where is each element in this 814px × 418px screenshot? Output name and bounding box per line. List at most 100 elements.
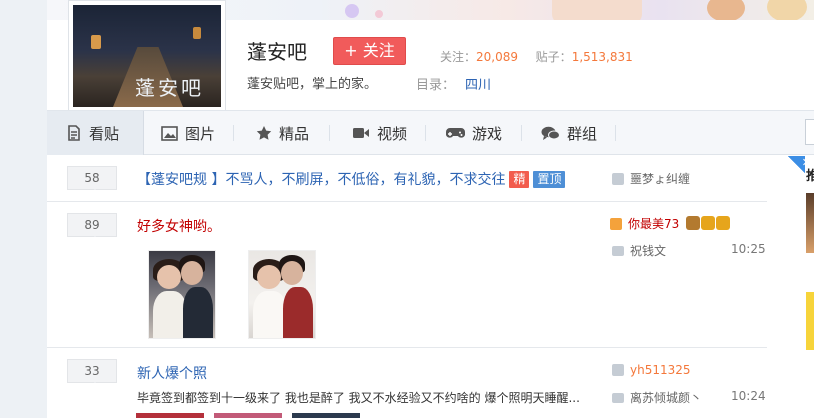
- forum-header: 蓬安吧 蓬安吧 + 关注 关注：20,089 贴子：1,513,831 蓬安贴吧…: [47, 0, 814, 112]
- tab-images[interactable]: 图片: [151, 111, 225, 155]
- author-name: yh511325: [630, 363, 691, 377]
- nav-divider: [233, 125, 234, 141]
- tab-label: 游戏: [472, 124, 503, 143]
- thread-author[interactable]: 噩梦ょ纠缠: [612, 170, 690, 187]
- video-icon: [352, 126, 370, 140]
- user-icon: [612, 172, 624, 185]
- main-column: 蓬安吧 蓬安吧 + 关注 关注：20,089 贴子：1,513,831 蓬安贴吧…: [47, 0, 814, 418]
- vip-user-icon: [610, 217, 622, 230]
- thread-image[interactable]: [136, 413, 204, 418]
- post-count-label: 贴子：: [535, 50, 572, 64]
- forum-search-input[interactable]: [805, 119, 814, 145]
- tieba-page: 蓬安吧 蓬安吧 + 关注 关注：20,089 贴子：1,513,831 蓬安贴吧…: [0, 0, 814, 418]
- banner-decoration: [707, 0, 745, 22]
- sidebar-promo[interactable]: [806, 292, 814, 350]
- thread-title[interactable]: 好多女神哟。: [137, 216, 221, 236]
- thread-author[interactable]: yh511325: [612, 363, 691, 377]
- featured-badge: 精: [509, 171, 530, 188]
- reply-icon: [612, 392, 624, 403]
- photo-face: [181, 261, 203, 285]
- thread-image[interactable]: [148, 250, 216, 339]
- last-reply-time: 10:24: [731, 389, 766, 403]
- tab-label: 精品: [279, 124, 310, 143]
- image-icon: [161, 125, 178, 141]
- forum-stats: 关注：20,089 贴子：1,513,831: [440, 48, 633, 65]
- thread-title[interactable]: 【蓬安吧规 】不骂人，不刷屏，不低俗，有礼貌，不求交往: [137, 172, 505, 188]
- banner-decoration: [375, 10, 383, 18]
- follow-count: 20,089: [476, 50, 519, 64]
- follow-button[interactable]: + 关注: [333, 37, 406, 65]
- forum-avatar-image: 蓬安吧: [73, 5, 221, 107]
- last-reply-user[interactable]: 祝钱文: [612, 242, 666, 259]
- thread-row: 89 好多女神哟。 你最美73 祝钱文 10:25: [47, 202, 767, 348]
- sidebar-title: 推: [806, 169, 814, 184]
- thread-image[interactable]: [292, 413, 360, 418]
- soccer-badge-icon: [686, 216, 701, 230]
- thread-row: 33 新人爆个照 yh511325 毕竟签到都签到十一级来了 我也是醉了 我又不…: [47, 349, 767, 418]
- forum-catalog: 目录： 四川: [416, 74, 491, 93]
- avatar-caption: 蓬安吧: [135, 76, 204, 100]
- last-reply-time: 10:25: [731, 242, 766, 256]
- catalog-link[interactable]: 四川: [465, 78, 491, 93]
- crown-badge-icon: [716, 216, 731, 230]
- nav-divider: [329, 125, 330, 141]
- photo-face: [157, 265, 181, 289]
- nav-divider: [615, 125, 616, 141]
- photo-body: [153, 291, 187, 338]
- pinned-badge: 置顶: [533, 171, 566, 188]
- member-badges: [685, 216, 731, 231]
- photo-body: [253, 291, 287, 338]
- thread-list: ✕ 58 【蓬安吧规 】不骂人，不刷屏，不低俗，有礼貌，不求交往精置顶 噩梦ょ纠…: [47, 156, 814, 418]
- avatar-lantern: [193, 27, 201, 39]
- post-count: 1,513,831: [571, 50, 633, 64]
- thread-row: 58 【蓬安吧规 】不骂人，不刷屏，不低俗，有礼貌，不求交往精置顶 噩梦ょ纠缠: [47, 156, 767, 202]
- reply-count: 33: [67, 359, 117, 383]
- level-badge-icon: [701, 216, 716, 230]
- reply-count: 89: [67, 213, 117, 237]
- forum-slogan: 蓬安贴吧，掌上的家。: [247, 77, 378, 92]
- author-name: 噩梦ょ纠缠: [630, 172, 691, 186]
- avatar-lantern: [91, 35, 101, 49]
- doc-icon: [66, 125, 82, 141]
- tab-videos[interactable]: 视频: [342, 111, 417, 155]
- tab-label: 图片: [185, 124, 216, 143]
- forum-nav-tabs: 看贴 图片 精品 视频 游戏 群组: [47, 110, 814, 155]
- gamepad-icon: [446, 127, 465, 140]
- tab-posts[interactable]: 看贴: [47, 111, 144, 155]
- tab-groups[interactable]: 群组: [531, 111, 607, 155]
- chat-icon: [541, 126, 560, 141]
- tab-games[interactable]: 游戏: [436, 111, 512, 155]
- thread-title[interactable]: 新人爆个照: [137, 363, 207, 383]
- nav-divider: [521, 125, 522, 141]
- photo-face: [257, 265, 281, 289]
- photo-body: [283, 287, 313, 338]
- reply-icon: [612, 245, 624, 256]
- catalog-label: 目录：: [416, 78, 456, 93]
- thread-image[interactable]: [248, 250, 316, 339]
- thread-image[interactable]: [214, 413, 282, 418]
- follow-count-label: 关注：: [440, 50, 477, 64]
- nav-divider: [425, 125, 426, 141]
- banner-decoration: [767, 0, 807, 22]
- thread-title-line: 【蓬安吧规 】不骂人，不刷屏，不低俗，有礼貌，不求交往精置顶: [137, 169, 566, 189]
- photo-face: [281, 261, 303, 285]
- left-gutter: [0, 0, 47, 418]
- star-icon: [256, 125, 272, 141]
- tab-label: 群组: [567, 124, 598, 143]
- user-icon: [612, 364, 624, 376]
- last-reply-name: 离苏倾城颜丶: [630, 391, 703, 405]
- sidebar-image[interactable]: [806, 193, 814, 253]
- banner-decoration: [345, 4, 359, 18]
- tab-label: 看贴: [89, 124, 120, 143]
- last-reply-user[interactable]: 离苏倾城颜丶: [612, 389, 702, 406]
- forum-name[interactable]: 蓬安吧: [247, 36, 307, 65]
- tab-label: 视频: [377, 124, 408, 143]
- forum-avatar[interactable]: 蓬安吧: [68, 0, 226, 112]
- thread-abstract: 毕竟签到都签到十一级来了 我也是醉了 我又不水经验又不约啥的 爆个照明天睡醒..…: [137, 391, 580, 405]
- thread-author[interactable]: 你最美73: [610, 215, 731, 232]
- last-reply-name: 祝钱文: [630, 244, 667, 258]
- reply-count: 58: [67, 166, 117, 190]
- tab-featured[interactable]: 精品: [246, 111, 319, 155]
- photo-body: [183, 287, 213, 338]
- author-name: 你最美73: [628, 217, 680, 231]
